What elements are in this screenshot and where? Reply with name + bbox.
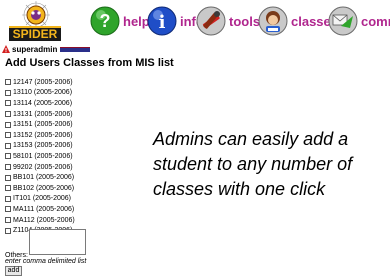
class-list-item: 13153 (2005-2006) (5, 141, 75, 152)
nav-help-label: help (123, 13, 150, 29)
class-checkbox[interactable] (5, 121, 11, 128)
promo-caption: Admins can easily add a student to any n… (153, 129, 353, 199)
class-list-item: BB102 (2005-2006) (5, 183, 75, 194)
class-checkbox[interactable] (5, 195, 11, 202)
class-label: 13152 (2005-2006) (13, 131, 73, 139)
class-label: BB101 (2005-2006) (13, 174, 75, 182)
class-label: MA111 (2005-2006) (13, 205, 75, 213)
nav-tools-label: tools (229, 13, 261, 29)
class-checkbox[interactable] (5, 132, 11, 139)
class-checkbox[interactable] (5, 227, 11, 234)
class-checkbox[interactable] (5, 142, 11, 149)
class-label: 13110 (2005-2006) (13, 89, 73, 97)
class-checkbox[interactable] (5, 153, 11, 160)
class-label: BB102 (2005-2006) (13, 184, 75, 192)
user-color-bar (60, 46, 91, 52)
svg-text:?: ? (100, 11, 111, 31)
class-list-item: 58101 (2005-2006) (5, 151, 75, 162)
nav-comm[interactable]: comm (328, 6, 390, 36)
others-hint: enter comma delimited list (5, 258, 87, 265)
help-icon: ? (90, 6, 120, 36)
info-icon: i (147, 6, 177, 36)
class-checkbox[interactable] (5, 206, 11, 213)
class-list-item: IT101 (2005-2006) (5, 194, 75, 205)
class-list-item: MA111 (2005-2006) (5, 204, 75, 215)
class-list-item: 13110 (2005-2006) (5, 88, 75, 99)
class-checkbox[interactable] (5, 89, 11, 96)
class-checkbox[interactable] (5, 174, 11, 181)
class-checkbox[interactable] (5, 79, 11, 86)
nav-tools[interactable]: tools (196, 6, 260, 36)
others-input[interactable] (29, 229, 86, 255)
class-checkbox[interactable] (5, 111, 11, 118)
nav-help[interactable]: ? help (90, 6, 150, 36)
class-checkbox[interactable] (5, 164, 11, 171)
top-navigation: SPIDER ? help i info tools classes com (0, 0, 390, 44)
user-status: superadmin (2, 44, 91, 54)
username: superadmin (12, 44, 58, 54)
class-list-item: 13151 (2005-2006) (5, 119, 75, 130)
class-checkbox-list: 12147 (2005-2006) 13110 (2005-2006) 13114 … (5, 77, 75, 236)
class-label: 13131 (2005-2006) (13, 110, 73, 118)
class-label: 12147 (2005-2006) (13, 78, 73, 86)
logo-text: SPIDER (13, 27, 58, 41)
class-list-item: 13131 (2005-2006) (5, 109, 75, 120)
nav-comm-label: comm (361, 13, 390, 29)
class-list-item: BB101 (2005-2006) (5, 172, 75, 183)
nav-classes[interactable]: classes (258, 6, 338, 36)
class-label: 13151 (2005-2006) (13, 121, 73, 129)
class-label: 13153 (2005-2006) (13, 142, 73, 150)
class-list-item: 13114 (2005-2006) (5, 98, 75, 109)
comm-icon (328, 6, 358, 36)
class-label: IT101 (2005-2006) (13, 195, 71, 203)
warning-icon (2, 45, 10, 53)
class-list-item: 12147 (2005-2006) (5, 77, 75, 88)
spider-logo[interactable]: SPIDER (6, 1, 64, 42)
class-list-item: 13152 (2005-2006) (5, 130, 75, 141)
class-label: 58101 (2005-2006) (13, 152, 73, 160)
classes-icon (258, 6, 288, 36)
class-checkbox[interactable] (5, 185, 11, 192)
page-title: Add Users Classes from MIS list (5, 57, 174, 69)
class-checkbox[interactable] (5, 217, 11, 224)
class-checkbox[interactable] (5, 100, 11, 107)
class-label: MA112 (2005-2006) (13, 216, 75, 224)
spider-logo-icon: SPIDER (6, 1, 64, 42)
class-list-item: 99202 (2005-2006) (5, 162, 75, 173)
tools-icon (196, 6, 226, 36)
class-list-item: MA112 (2005-2006) (5, 215, 75, 226)
class-label: 99202 (2005-2006) (13, 163, 73, 171)
svg-text:i: i (159, 12, 166, 33)
class-label: 13114 (2005-2006) (13, 99, 73, 107)
